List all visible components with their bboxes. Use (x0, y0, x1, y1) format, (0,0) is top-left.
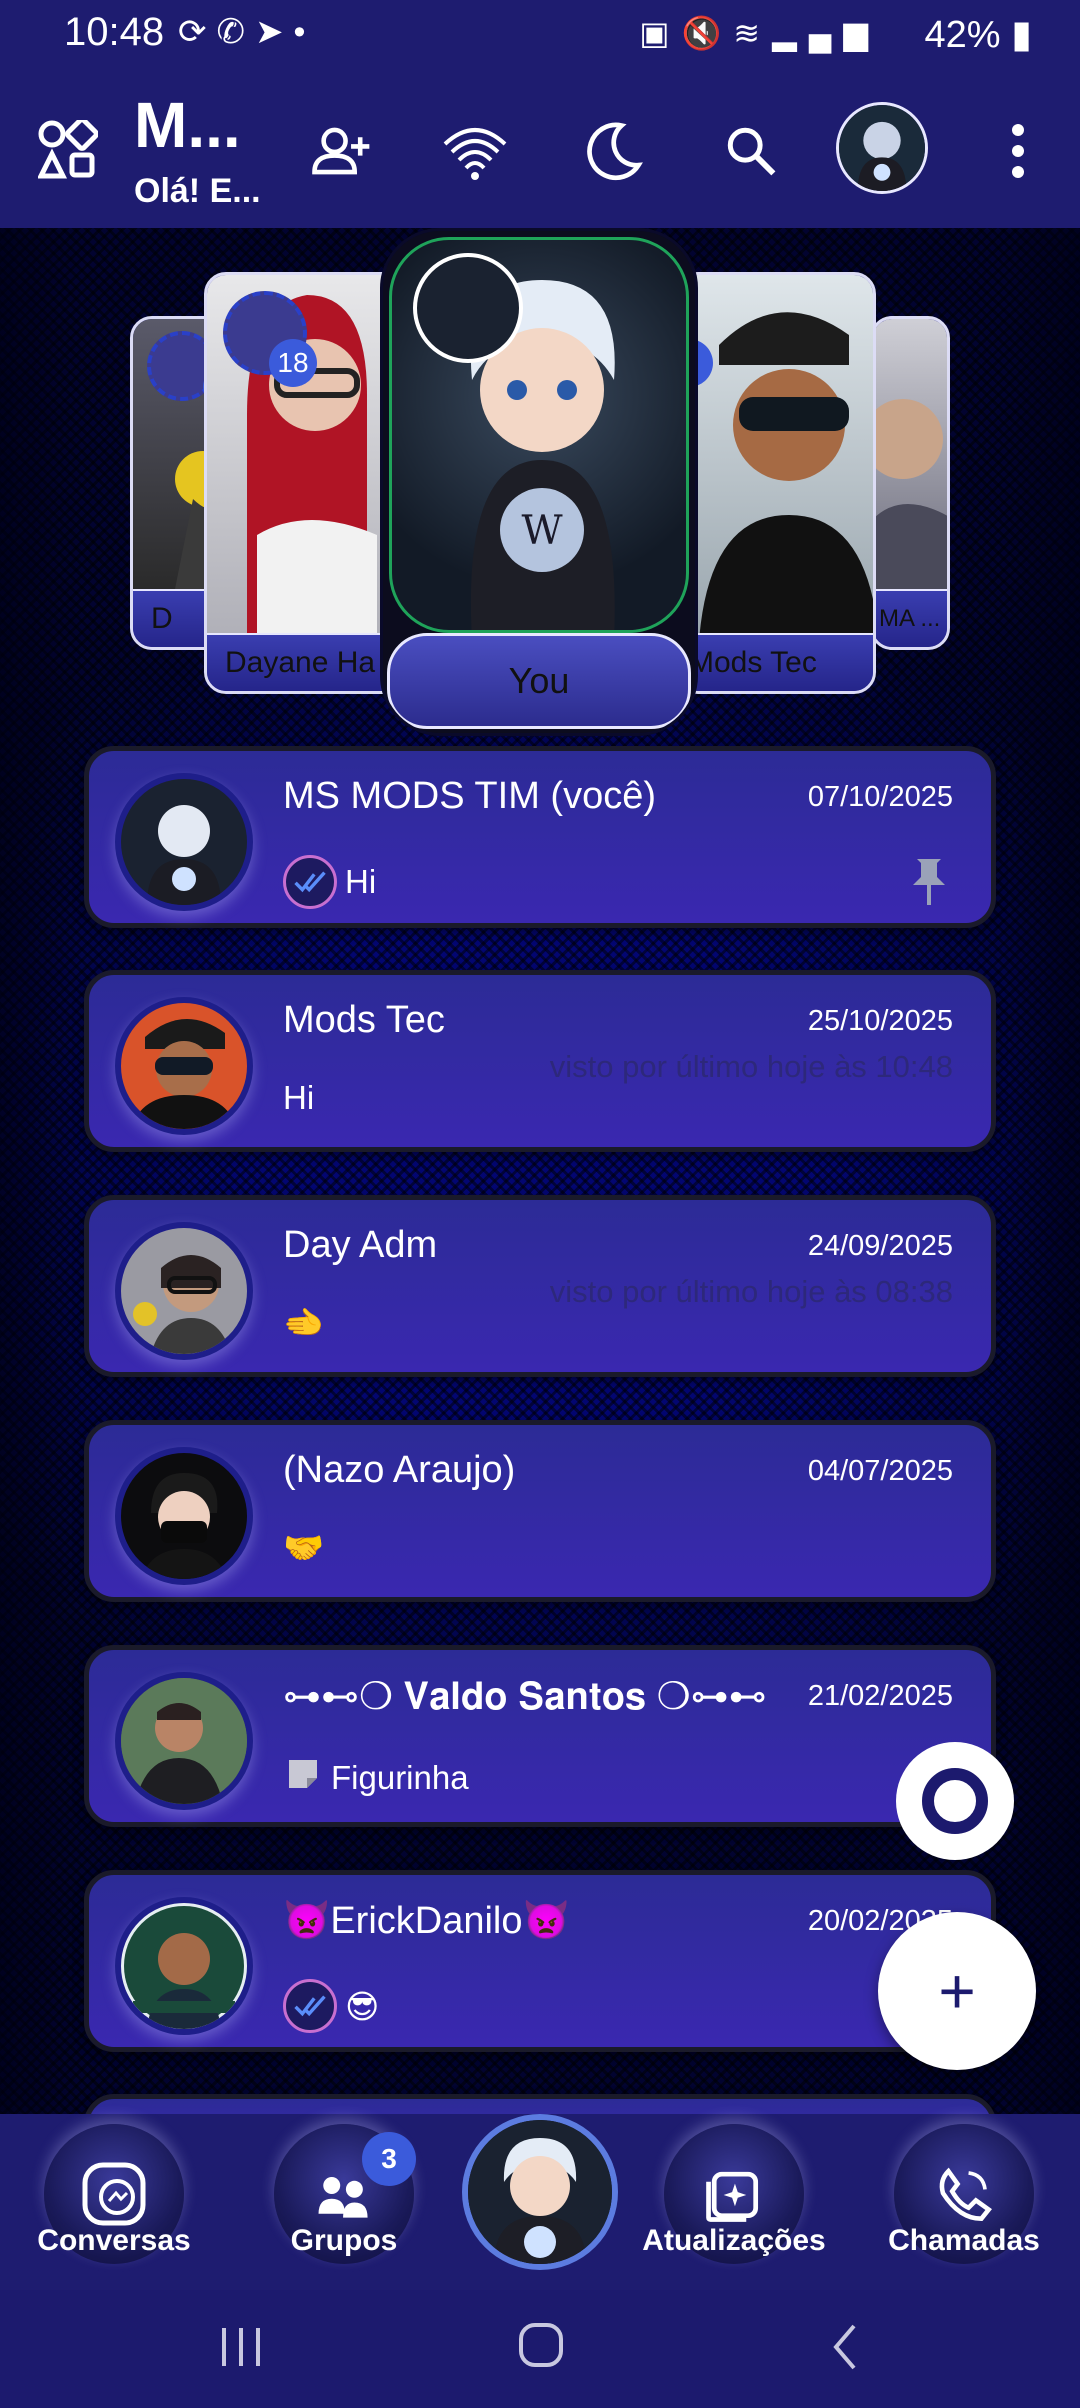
app-bar: M... Olá! E... (0, 72, 1080, 228)
chat-last-message: Figurinha (283, 1754, 469, 1802)
status-camera-button[interactable] (896, 1742, 1014, 1860)
home-icon[interactable] (516, 2320, 566, 2370)
my-story-card[interactable]: W You (380, 228, 698, 736)
mute-icon: 🔇 (681, 15, 734, 51)
moon-icon[interactable] (578, 116, 648, 186)
story-photo (679, 275, 873, 641)
status-bar: 10:48 ⟳✆➤• ▣🔇≋▂▄▆ 42% ▮ (0, 0, 1080, 72)
chat-row[interactable]: Day Adm 24/09/2025 visto por último hoje… (84, 1195, 996, 1377)
chat-row[interactable]: (Nazo Araujo) 04/07/2025 🤝 (84, 1420, 996, 1602)
story-avatar (413, 253, 523, 363)
chat-name: 👿ErickDanilo👿 (283, 1900, 570, 1942)
chat-avatar (115, 1222, 253, 1360)
status-time: 10:48 (64, 10, 165, 54)
chat-name: ⊶⊷❍ 𝐕𝐚𝐥𝐝𝐨 𝐒𝐚𝐧𝐭𝐨𝐬 ❍⊶⊷ (283, 1676, 767, 1718)
story-card[interactable]: 1 Mods Tec (676, 272, 876, 694)
story-label: MA ... (873, 589, 947, 647)
add-contact-icon[interactable] (306, 116, 376, 186)
system-navigation-bar (0, 2290, 1080, 2408)
new-chat-button[interactable]: + (878, 1912, 1036, 2070)
chat-avatar (115, 1897, 253, 2035)
chat-message-text: 😎 (345, 1987, 380, 2025)
app-subtitle: Olá! E... (134, 172, 261, 210)
double-check-icon (283, 1979, 337, 2033)
more-vert-icon[interactable] (1000, 116, 1036, 186)
story-label: Dayane Ha (207, 633, 401, 691)
groups-badge: 3 (362, 2132, 416, 2186)
recent-apps-icon[interactable] (214, 2324, 268, 2370)
chat-message-text: 🫲 (283, 1304, 325, 1341)
nav-chamadas[interactable]: Chamadas (864, 2114, 1064, 2290)
chat-name: (Nazo Araujo) (283, 1449, 516, 1491)
chat-name: Day Adm (283, 1224, 438, 1266)
chat-avatar (115, 773, 253, 911)
nav-grupos[interactable]: 3 Grupos (244, 2114, 444, 2290)
profile-avatar[interactable] (462, 2114, 618, 2270)
nav-label: Atualizações (642, 2224, 826, 2257)
app-title: M... (134, 89, 241, 161)
chat-row[interactable]: 👿ErickDanilo👿 20/02/2025 😎 (84, 1870, 996, 2052)
story-card[interactable]: 18 Dayane Ha (204, 272, 404, 694)
chat-avatar (115, 1672, 253, 1810)
double-check-icon (283, 855, 337, 909)
pin-icon (913, 859, 945, 905)
notification-icons: ⟳✆➤• (178, 12, 315, 52)
dot-icon: • (293, 13, 316, 51)
chat-date: 25/10/2025 (807, 1005, 953, 1037)
svg-text:W: W (521, 508, 562, 554)
chat-date: 04/07/2025 (807, 1455, 953, 1487)
chat-date: 07/10/2025 (807, 781, 953, 813)
battery-level: 42% ▮ (924, 14, 1032, 56)
chat-message-text: Figurinha (331, 1759, 469, 1796)
chat-message-text: Hi (345, 863, 377, 900)
nav-atualizacoes[interactable]: Atualizações (634, 2114, 834, 2290)
chat-date: 24/09/2025 (807, 1230, 953, 1262)
grid-icon[interactable] (38, 120, 98, 180)
chat-last-message: 🫲 (283, 1304, 324, 1343)
chat-avatar (115, 1447, 253, 1585)
wifi-icon[interactable] (440, 116, 510, 186)
story-label: You (387, 633, 691, 729)
chat-last-message: 🤝 (283, 1529, 324, 1568)
chat-last-message: Hi (283, 1079, 314, 1117)
story-label: Mods Tec (679, 633, 873, 691)
chat-message-text: 🤝 (283, 1529, 325, 1566)
system-icons: ▣🔇≋▂▄▆ (639, 14, 880, 52)
back-icon[interactable] (826, 2322, 866, 2372)
whatsapp-icon: ✆ (216, 13, 255, 51)
avatar[interactable] (836, 102, 928, 194)
search-icon[interactable] (716, 116, 786, 186)
ring-icon (922, 1768, 988, 1834)
chat-row[interactable]: MS MODS TIM (você) 07/10/2025 Hi (84, 746, 996, 928)
chat-name: Mods Tec (283, 999, 445, 1041)
chat-message-text: Hi (283, 1079, 315, 1116)
chat-row[interactable]: ⊶⊷❍ 𝐕𝐚𝐥𝐝𝐨 𝐒𝐚𝐧𝐭𝐨𝐬 ❍⊶⊷ 21/02/2025 Figurinh… (84, 1645, 996, 1827)
chat-row[interactable]: Mods Tec 25/10/2025 visto por último hoj… (84, 970, 996, 1152)
sticker-icon (283, 1754, 323, 1802)
nav-label: Grupos (290, 2224, 398, 2257)
last-seen: visto por último hoje às 08:38 (549, 1274, 953, 1309)
story-card[interactable]: MA ... (870, 316, 950, 650)
story-photo (873, 319, 947, 599)
nav-conversas[interactable]: Conversas (14, 2114, 214, 2290)
telegram-icon: ➤ (255, 13, 294, 51)
chat-last-message: Hi (283, 855, 376, 909)
nav-label: Conversas (37, 2224, 191, 2257)
nav-label: Chamadas (888, 2224, 1040, 2257)
sync-icon: ⟳ (178, 13, 217, 51)
chat-name: MS MODS TIM (você) (283, 775, 656, 817)
story-count-badge: 18 (269, 339, 317, 387)
battery-saver-icon: ▣ (639, 15, 682, 51)
signal-icon: ▂▄▆ (772, 15, 880, 51)
chat-avatar (115, 997, 253, 1135)
last-seen: visto por último hoje às 10:48 (549, 1049, 953, 1084)
wifi-icon: ≋ (733, 15, 773, 51)
chat-last-message: 😎 (283, 1979, 379, 2033)
chat-date: 21/02/2025 (807, 1680, 953, 1712)
